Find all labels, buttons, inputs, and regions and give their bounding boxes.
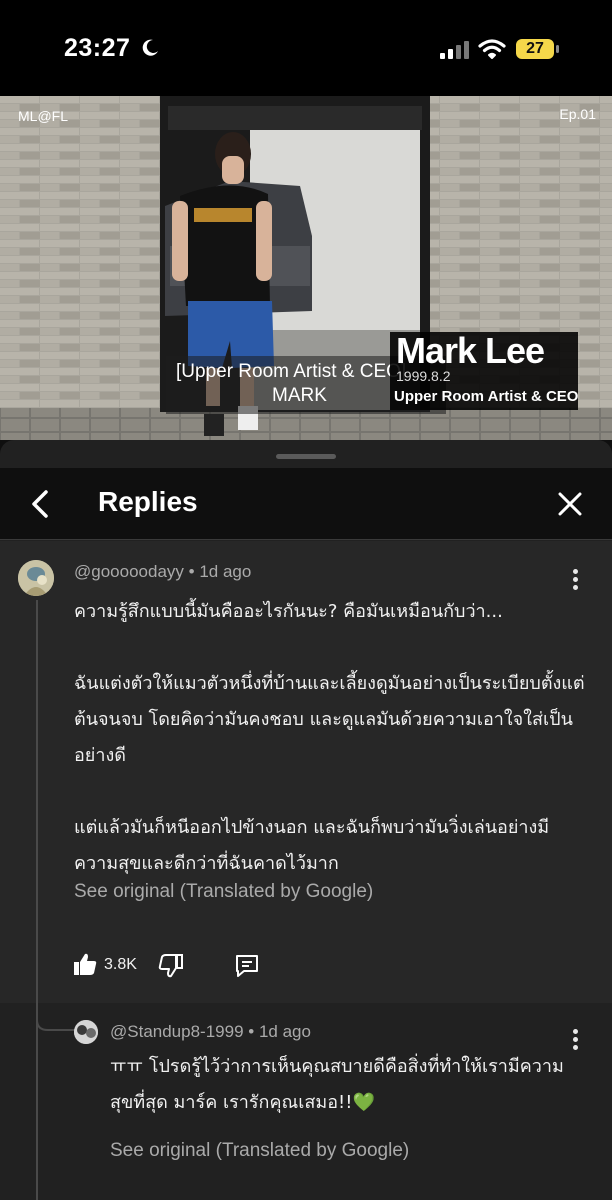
comment-text: ความรู้สึกแบบนี้มันคืออะไรกันนะ? คือมันเ… [74, 601, 585, 874]
reply-see-original-link[interactable]: See original (Translated by Google) [110, 1140, 409, 1162]
subtitle-line-2: MARK [272, 385, 327, 406]
subtitle-line-1: [Upper Room Artist & CEO] [176, 361, 407, 382]
reply-avatar-image [74, 1020, 98, 1044]
name-card-role: Upper Room Artist & CEO [394, 388, 579, 405]
thumbs-down-icon[interactable] [158, 953, 184, 979]
drag-handle[interactable] [276, 454, 336, 459]
close-icon[interactable] [552, 486, 588, 522]
reply-avatar[interactable] [74, 1020, 98, 1044]
comment-author[interactable]: @gooooodayy [74, 562, 184, 581]
status-time: 23:27 [64, 34, 131, 62]
comment-time: 1d ago [199, 562, 252, 581]
comment-meta: @gooooodayy • 1d ago [74, 562, 251, 582]
replies-panel: Replies @gooooodayy • 1d ago ความรู้สึกแ… [0, 440, 612, 1200]
reply-meta: @Standup8-1999 • 1d ago [110, 1022, 311, 1042]
thumbs-up-icon[interactable] [72, 951, 98, 977]
reply-connector [36, 1006, 76, 1031]
meta-separator: • [248, 1022, 259, 1041]
video-player[interactable]: ML@FL Ep.01 [Upper Room Artist & CEO] MA… [0, 96, 612, 440]
wifi-icon [478, 39, 506, 59]
meta-separator: • [188, 562, 200, 581]
battery-level: 27 [526, 40, 544, 57]
see-original-link[interactable]: See original (Translated by Google) [74, 881, 373, 903]
chevron-left-icon[interactable] [24, 486, 60, 522]
reply-icon[interactable] [234, 953, 260, 979]
panel-title: Replies [98, 486, 198, 517]
more-options-button[interactable] [563, 566, 587, 596]
thread-line [36, 600, 38, 1200]
signal-icon [440, 41, 469, 59]
episode-tag: Ep.01 [559, 106, 596, 122]
name-card-title: Mark Lee [396, 330, 545, 371]
reply-author[interactable]: @Standup8-1999 [110, 1022, 244, 1041]
moon-icon [142, 39, 158, 56]
channel-tag: ML@FL [18, 108, 68, 124]
reply-time: 1d ago [258, 1022, 311, 1041]
avatar-image [18, 560, 54, 596]
panel-header: Replies [0, 468, 612, 540]
status-bar: 23:27 27 [0, 0, 612, 96]
reply-text: ㅠㅠ โปรดรู้ไว้ว่าการเห็นคุณสบายดีคือสิ่งท… [110, 1056, 564, 1113]
like-count: 3.8K [104, 956, 137, 973]
avatar[interactable] [18, 560, 54, 596]
